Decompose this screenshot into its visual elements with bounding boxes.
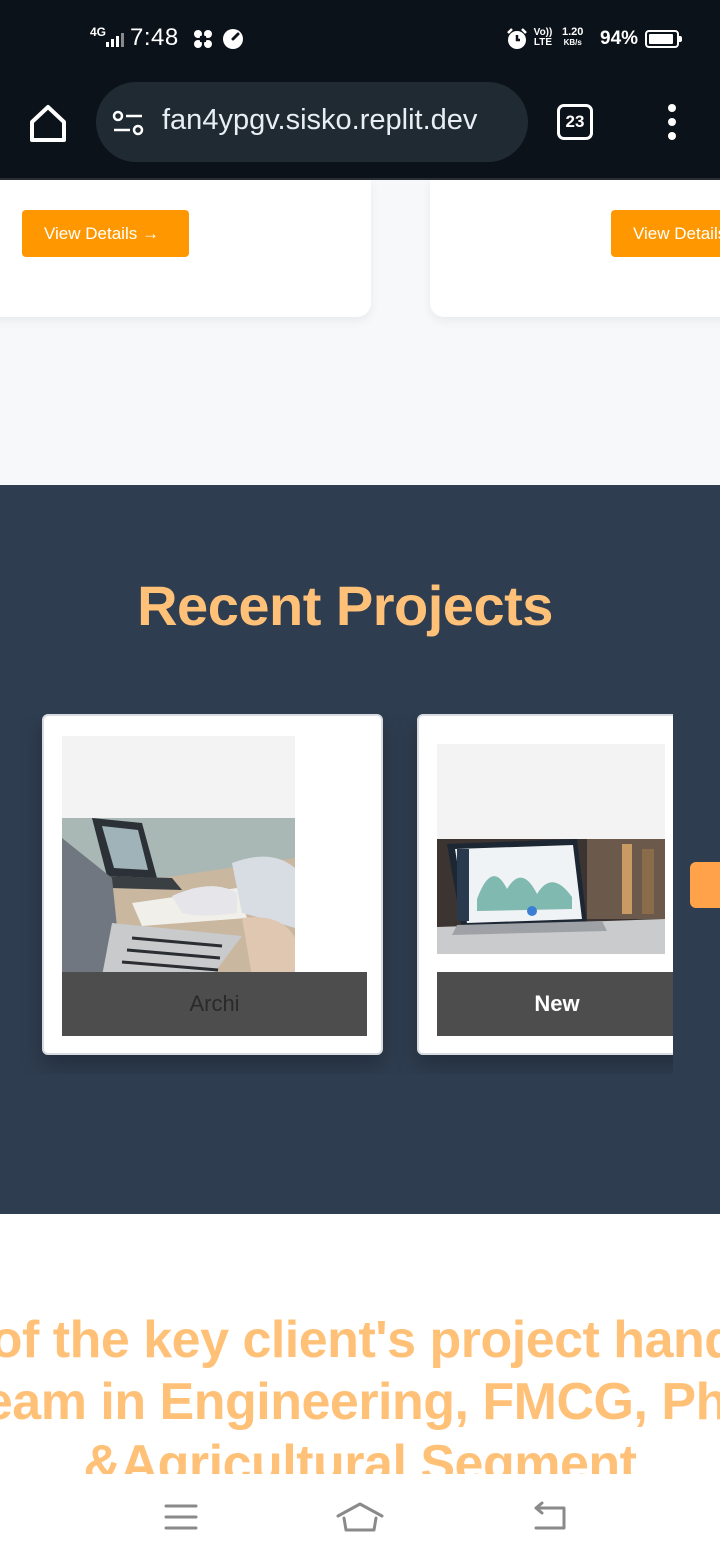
clients-heading-line: our team in Engineering, FMCG, Pharma <box>0 1373 720 1431</box>
recent-apps-icon[interactable] <box>156 1500 204 1534</box>
network-speed: 1.20 KB/s <box>562 26 584 48</box>
home-icon[interactable] <box>26 102 70 146</box>
browser-toolbar: fan4ypgv.sisko.replit.dev 23 <box>0 80 720 180</box>
clock: 7:48 <box>130 24 179 51</box>
clients-heading-line: Some of the key client's project handled… <box>0 1311 720 1369</box>
project-card[interactable]: Archi <box>42 714 383 1055</box>
project-photo <box>62 818 295 976</box>
project-caption: New <box>437 972 673 1036</box>
projects-carousel[interactable]: Archi New <box>0 714 673 1074</box>
network-type: 4G <box>90 25 107 39</box>
project-photo <box>437 839 665 954</box>
services-section: View Details → View Details → <box>0 180 720 485</box>
volte-indicator: Vo)) LTE <box>533 27 553 48</box>
service-card: View Details → <box>430 180 720 317</box>
service-card: View Details → <box>0 180 371 317</box>
back-icon[interactable] <box>526 1500 574 1534</box>
tab-switcher-button[interactable]: 23 <box>557 104 593 140</box>
battery-icon <box>645 30 682 48</box>
more-menu-icon[interactable] <box>660 102 684 142</box>
clients-section: Some of the key client's project handled… <box>0 1214 720 1474</box>
speed-value: 1.20 <box>562 26 584 38</box>
system-nav-bar <box>0 1474 720 1560</box>
speed-unit: KB/s <box>563 38 582 47</box>
home-nav-icon[interactable] <box>336 1500 384 1534</box>
project-card[interactable]: New <box>417 714 673 1055</box>
status-bar: 4G 7:48 Vo)) LTE 1.20 KB/s 94% <box>0 0 720 80</box>
section-title: Recent Projects <box>137 574 553 637</box>
alarm-icon <box>507 28 527 49</box>
carousel-next-button[interactable] <box>690 862 720 908</box>
view-details-button[interactable]: View Details → <box>611 210 720 257</box>
project-caption: Archi <box>62 972 367 1036</box>
site-settings-icon[interactable] <box>112 110 146 136</box>
clients-heading-line: &Agricultural Segment <box>83 1435 637 1474</box>
signal-icon <box>106 33 124 47</box>
battery-percent: 94% <box>600 28 639 49</box>
address-bar[interactable]: fan4ypgv.sisko.replit.dev <box>96 82 528 162</box>
url-text[interactable]: fan4ypgv.sisko.replit.dev <box>162 104 477 137</box>
speedometer-icon <box>223 29 243 49</box>
recent-projects-section: Recent Projects Archi New <box>0 485 720 1214</box>
app-notification-icon <box>194 30 212 48</box>
view-details-button[interactable]: View Details → <box>22 210 189 257</box>
